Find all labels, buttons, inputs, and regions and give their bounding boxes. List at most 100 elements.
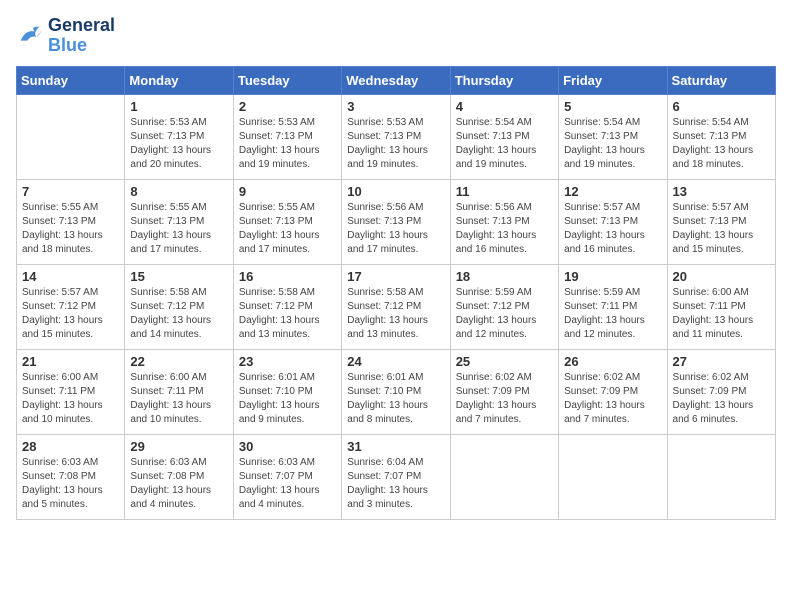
day-number: 24 xyxy=(347,354,444,369)
calendar-cell xyxy=(450,434,558,519)
day-number: 8 xyxy=(130,184,227,199)
day-number: 22 xyxy=(130,354,227,369)
calendar-cell: 29 Sunrise: 6:03 AM Sunset: 7:08 PM Dayli… xyxy=(125,434,233,519)
day-info: Sunrise: 6:00 AM Sunset: 7:11 PM Dayligh… xyxy=(673,286,770,342)
day-number: 28 xyxy=(22,439,119,454)
calendar-week-row: 1 Sunrise: 5:53 AM Sunset: 7:13 PM Daylig… xyxy=(17,94,776,179)
day-of-week-header: Saturday xyxy=(667,66,775,94)
calendar-cell: 4Sunrise: 5:54 AM Sunset: 7:13 PM Daylig… xyxy=(450,94,558,179)
day-info: Sunrise: 6:03 AM Sunset: 7:08 PM Dayligh… xyxy=(130,456,227,512)
calendar-cell: 19 Sunrise: 5:59 AM Sunset: 7:11 PM Dayli… xyxy=(559,264,667,349)
day-number: 12 xyxy=(564,184,661,199)
calendar-cell: 21Sunrise: 6:00 AM Sunset: 7:11 PM Dayli… xyxy=(17,349,125,434)
calendar-cell: 11 Sunrise: 5:56 AM Sunset: 7:13 PM Dayli… xyxy=(450,179,558,264)
calendar-cell: 13Sunrise: 5:57 AM Sunset: 7:13 PM Dayli… xyxy=(667,179,775,264)
day-info: Sunrise: 5:59 AM Sunset: 7:11 PM Dayligh… xyxy=(564,286,661,342)
logo-text: General Blue xyxy=(48,16,115,56)
day-number: 27 xyxy=(673,354,770,369)
day-number: 3 xyxy=(347,99,444,114)
day-number: 10 xyxy=(347,184,444,199)
calendar-cell xyxy=(559,434,667,519)
calendar-cell: 7 Sunrise: 5:55 AM Sunset: 7:13 PM Daylig… xyxy=(17,179,125,264)
day-info: Sunrise: 5:55 AM Sunset: 7:13 PM Dayligh… xyxy=(22,201,119,257)
day-of-week-header: Tuesday xyxy=(233,66,341,94)
day-number: 26 xyxy=(564,354,661,369)
logo-icon xyxy=(16,22,44,50)
day-number: 14 xyxy=(22,269,119,284)
calendar-cell: 23 Sunrise: 6:01 AM Sunset: 7:10 PM Dayli… xyxy=(233,349,341,434)
day-info: Sunrise: 5:57 AM Sunset: 7:13 PM Dayligh… xyxy=(564,201,661,257)
day-number: 30 xyxy=(239,439,336,454)
page-header: General Blue xyxy=(16,16,776,56)
calendar-cell: 24 Sunrise: 6:01 AM Sunset: 7:10 PM Dayli… xyxy=(342,349,450,434)
day-info: Sunrise: 5:55 AM Sunset: 7:13 PM Dayligh… xyxy=(239,201,336,257)
day-info: Sunrise: 5:58 AM Sunset: 7:12 PM Dayligh… xyxy=(239,286,336,342)
day-info: Sunrise: 5:57 AM Sunset: 7:12 PM Dayligh… xyxy=(22,286,119,342)
day-info: Sunrise: 5:53 AM Sunset: 7:13 PM Dayligh… xyxy=(239,116,336,172)
day-number: 2 xyxy=(239,99,336,114)
day-number: 1 xyxy=(130,99,227,114)
day-info: Sunrise: 6:00 AM Sunset: 7:11 PM Dayligh… xyxy=(130,371,227,427)
day-number: 19 xyxy=(564,269,661,284)
calendar-cell: 8Sunrise: 5:55 AM Sunset: 7:13 PM Daylig… xyxy=(125,179,233,264)
calendar-cell: 30 Sunrise: 6:03 AM Sunset: 7:07 PM Dayli… xyxy=(233,434,341,519)
day-info: Sunrise: 6:04 AM Sunset: 7:07 PM Dayligh… xyxy=(347,456,444,512)
calendar-cell: 27 Sunrise: 6:02 AM Sunset: 7:09 PM Dayli… xyxy=(667,349,775,434)
day-info: Sunrise: 5:54 AM Sunset: 7:13 PM Dayligh… xyxy=(564,116,661,172)
logo: General Blue xyxy=(16,16,115,56)
calendar-cell: 26Sunrise: 6:02 AM Sunset: 7:09 PM Dayli… xyxy=(559,349,667,434)
day-info: Sunrise: 6:01 AM Sunset: 7:10 PM Dayligh… xyxy=(239,371,336,427)
day-info: Sunrise: 6:02 AM Sunset: 7:09 PM Dayligh… xyxy=(456,371,553,427)
day-info: Sunrise: 5:58 AM Sunset: 7:12 PM Dayligh… xyxy=(347,286,444,342)
day-number: 11 xyxy=(456,184,553,199)
day-of-week-header: Monday xyxy=(125,66,233,94)
calendar-cell: 9 Sunrise: 5:55 AM Sunset: 7:13 PM Daylig… xyxy=(233,179,341,264)
day-info: Sunrise: 6:02 AM Sunset: 7:09 PM Dayligh… xyxy=(673,371,770,427)
day-of-week-header: Friday xyxy=(559,66,667,94)
calendar-cell: 14 Sunrise: 5:57 AM Sunset: 7:12 PM Dayli… xyxy=(17,264,125,349)
day-number: 23 xyxy=(239,354,336,369)
day-info: Sunrise: 6:03 AM Sunset: 7:07 PM Dayligh… xyxy=(239,456,336,512)
calendar-cell: 12 Sunrise: 5:57 AM Sunset: 7:13 PM Dayli… xyxy=(559,179,667,264)
day-info: Sunrise: 5:57 AM Sunset: 7:13 PM Dayligh… xyxy=(673,201,770,257)
day-number: 31 xyxy=(347,439,444,454)
day-info: Sunrise: 6:00 AM Sunset: 7:11 PM Dayligh… xyxy=(22,371,119,427)
day-info: Sunrise: 5:56 AM Sunset: 7:13 PM Dayligh… xyxy=(347,201,444,257)
calendar-cell: 28 Sunrise: 6:03 AM Sunset: 7:08 PM Dayli… xyxy=(17,434,125,519)
day-info: Sunrise: 5:54 AM Sunset: 7:13 PM Dayligh… xyxy=(673,116,770,172)
calendar-cell: 3 Sunrise: 5:53 AM Sunset: 7:13 PM Daylig… xyxy=(342,94,450,179)
day-number: 25 xyxy=(456,354,553,369)
calendar-cell: 31 Sunrise: 6:04 AM Sunset: 7:07 PM Dayli… xyxy=(342,434,450,519)
calendar-week-row: 7 Sunrise: 5:55 AM Sunset: 7:13 PM Daylig… xyxy=(17,179,776,264)
day-number: 18 xyxy=(456,269,553,284)
day-number: 29 xyxy=(130,439,227,454)
calendar-week-row: 28 Sunrise: 6:03 AM Sunset: 7:08 PM Dayli… xyxy=(17,434,776,519)
day-number: 9 xyxy=(239,184,336,199)
calendar-cell: 2 Sunrise: 5:53 AM Sunset: 7:13 PM Daylig… xyxy=(233,94,341,179)
day-info: Sunrise: 5:58 AM Sunset: 7:12 PM Dayligh… xyxy=(130,286,227,342)
calendar-cell: 17 Sunrise: 5:58 AM Sunset: 7:12 PM Dayli… xyxy=(342,264,450,349)
calendar-cell: 20 Sunrise: 6:00 AM Sunset: 7:11 PM Dayli… xyxy=(667,264,775,349)
day-number: 7 xyxy=(22,184,119,199)
calendar-cell: 5 Sunrise: 5:54 AM Sunset: 7:13 PM Daylig… xyxy=(559,94,667,179)
calendar-week-row: 21Sunrise: 6:00 AM Sunset: 7:11 PM Dayli… xyxy=(17,349,776,434)
day-of-week-header: Sunday xyxy=(17,66,125,94)
day-number: 17 xyxy=(347,269,444,284)
calendar-cell: 6Sunrise: 5:54 AM Sunset: 7:13 PM Daylig… xyxy=(667,94,775,179)
calendar-cell: 15Sunrise: 5:58 AM Sunset: 7:12 PM Dayli… xyxy=(125,264,233,349)
day-number: 5 xyxy=(564,99,661,114)
day-info: Sunrise: 5:59 AM Sunset: 7:12 PM Dayligh… xyxy=(456,286,553,342)
day-info: Sunrise: 6:03 AM Sunset: 7:08 PM Dayligh… xyxy=(22,456,119,512)
day-info: Sunrise: 5:53 AM Sunset: 7:13 PM Dayligh… xyxy=(130,116,227,172)
calendar-table: SundayMondayTuesdayWednesdayThursdayFrid… xyxy=(16,66,776,520)
day-number: 20 xyxy=(673,269,770,284)
day-info: Sunrise: 6:01 AM Sunset: 7:10 PM Dayligh… xyxy=(347,371,444,427)
day-info: Sunrise: 5:53 AM Sunset: 7:13 PM Dayligh… xyxy=(347,116,444,172)
calendar-week-row: 14 Sunrise: 5:57 AM Sunset: 7:12 PM Dayli… xyxy=(17,264,776,349)
calendar-header-row: SundayMondayTuesdayWednesdayThursdayFrid… xyxy=(17,66,776,94)
day-number: 16 xyxy=(239,269,336,284)
day-of-week-header: Wednesday xyxy=(342,66,450,94)
day-of-week-header: Thursday xyxy=(450,66,558,94)
day-info: Sunrise: 5:56 AM Sunset: 7:13 PM Dayligh… xyxy=(456,201,553,257)
day-number: 4 xyxy=(456,99,553,114)
